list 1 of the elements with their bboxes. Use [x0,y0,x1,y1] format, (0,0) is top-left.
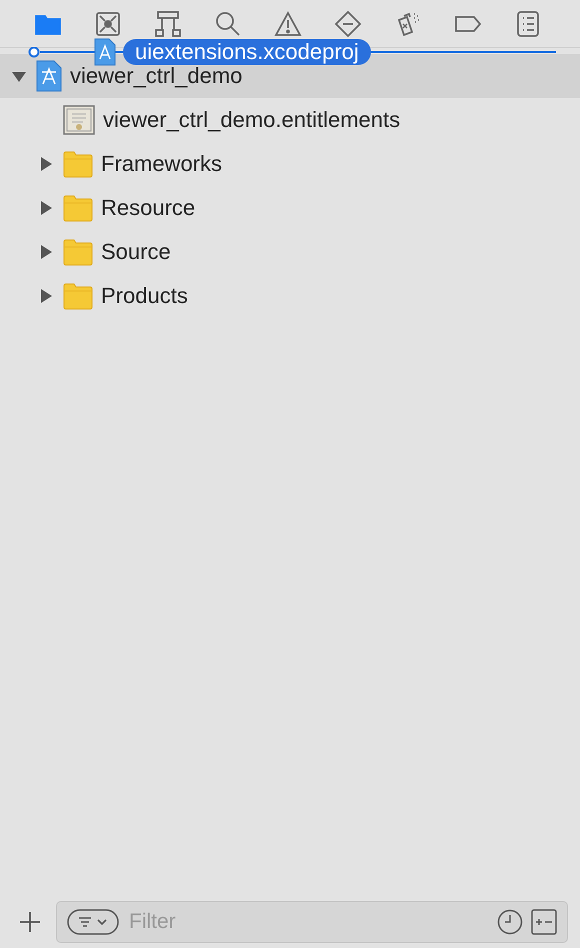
drag-tooltip: uiextensions.xcodeproj [123,39,371,65]
